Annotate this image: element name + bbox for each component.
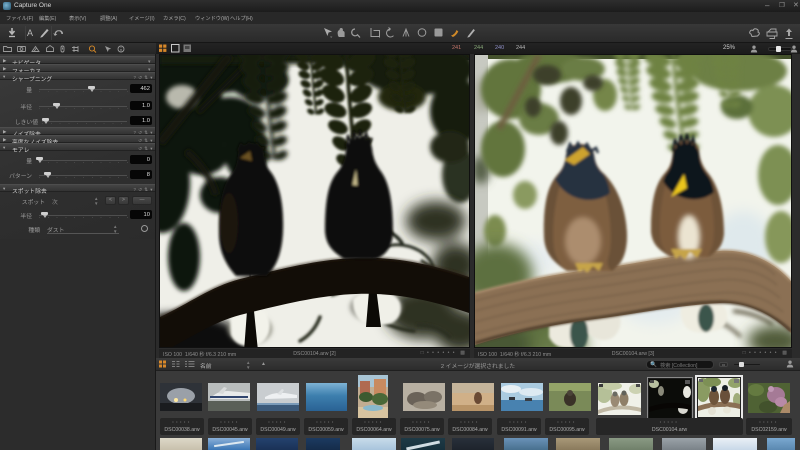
svg-text:A: A: [27, 28, 33, 38]
